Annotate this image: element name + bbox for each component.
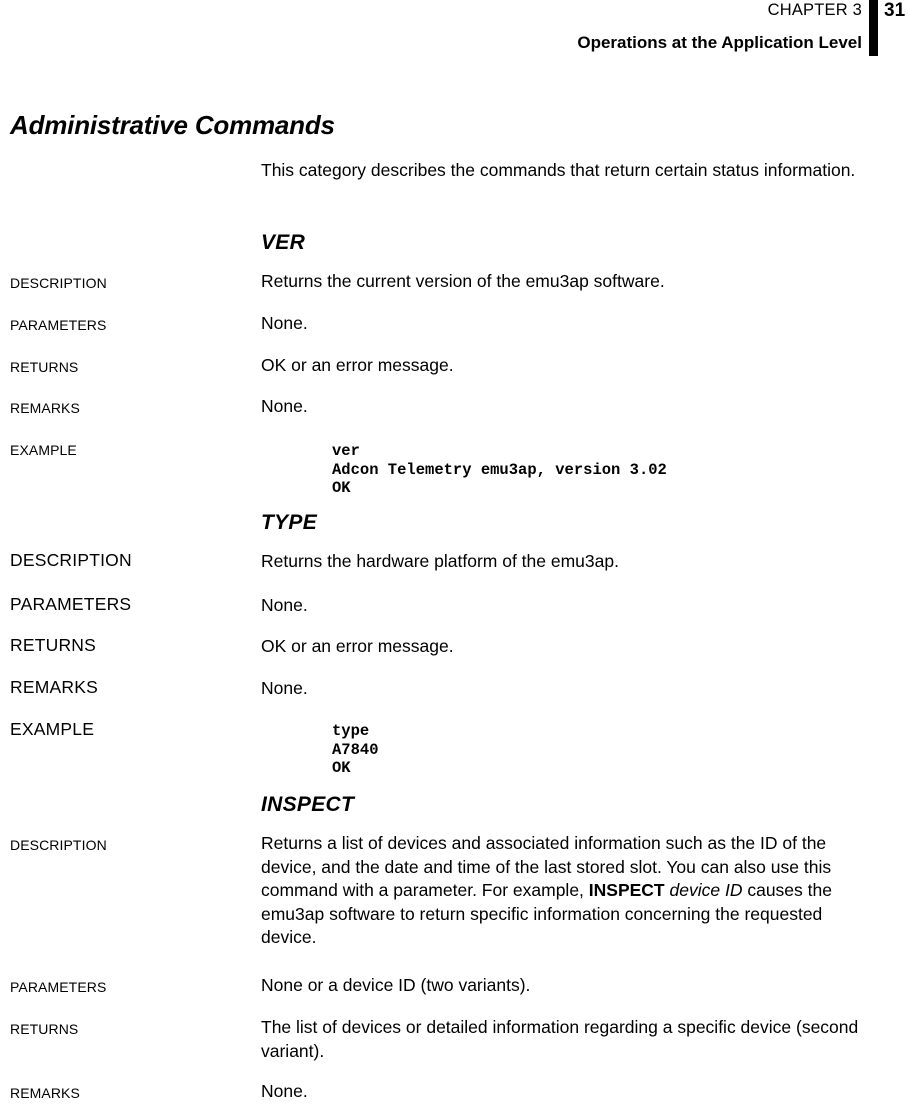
value-description-inspect: Returns a list of devices and associated… (261, 832, 871, 950)
section-intro: This category describes the commands tha… (261, 160, 856, 180)
command-heading-type: TYPE (261, 511, 318, 534)
value-parameters-type: None. (261, 595, 308, 615)
page-number: 31 (884, 0, 906, 21)
value-returns-ver: OK or an error message. (261, 355, 454, 375)
label-returns-inspect: RETURNS (10, 1017, 79, 1039)
description-italic-device-id: device ID (669, 880, 743, 900)
value-parameters-ver: None. (261, 313, 308, 333)
label-description-type: DESCRIPTION (10, 550, 132, 570)
page-header: CHAPTER 3 31 Operations at the Applicati… (0, 0, 908, 60)
value-description-ver: Returns the current version of the emu3a… (261, 271, 665, 291)
value-remarks-inspect: None. (261, 1081, 308, 1101)
label-description-ver: DESCRIPTION (10, 271, 107, 293)
header-rule-bar (869, 0, 878, 56)
example-code-ver: ver Adcon Telemetry emu3ap, version 3.02… (332, 442, 667, 497)
label-parameters-type: PARAMETERS (10, 594, 132, 614)
label-description-inspect: DESCRIPTION (10, 833, 107, 855)
command-heading-ver: VER (261, 231, 306, 254)
value-returns-type: OK or an error message. (261, 636, 454, 656)
running-title: Operations at the Application Level (577, 33, 862, 52)
label-remarks-type: REMARKS (10, 677, 98, 697)
label-remarks-ver: REMARKS (10, 396, 80, 418)
label-parameters-inspect: PARAMETERS (10, 975, 107, 997)
label-returns-ver: RETURNS (10, 355, 79, 377)
value-remarks-type: None. (261, 678, 308, 698)
chapter-label: CHAPTER 3 (767, 1, 862, 19)
value-returns-inspect: The list of devices or detailed informat… (261, 1017, 859, 1061)
label-returns-type: RETURNS (10, 635, 96, 655)
command-heading-inspect: INSPECT (261, 793, 355, 816)
description-bold-inspect: INSPECT (588, 880, 665, 900)
label-example-type: EXAMPLE (10, 719, 95, 739)
label-example-ver: EXAMPLE (10, 438, 77, 460)
value-parameters-inspect: None or a device ID (two variants). (261, 975, 531, 995)
example-code-type: type A7840 OK (332, 722, 379, 777)
value-description-type: Returns the hardware platform of the emu… (261, 551, 619, 571)
label-remarks-inspect: REMARKS (10, 1081, 80, 1103)
label-parameters-ver: PARAMETERS (10, 313, 107, 335)
section-title: Administrative Commands (10, 110, 335, 140)
value-remarks-ver: None. (261, 396, 308, 416)
